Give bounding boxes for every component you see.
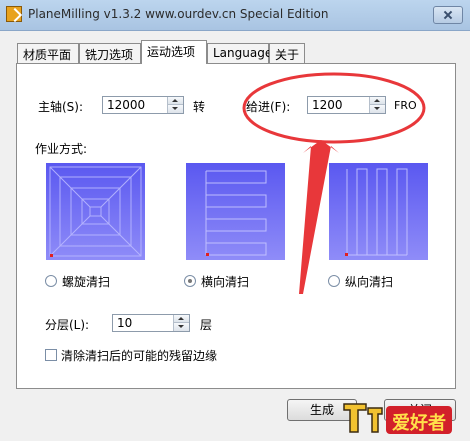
horizontal-radio[interactable] (184, 275, 196, 287)
tab-about[interactable]: 关于 (269, 43, 305, 63)
window-title: PlaneMilling v1.3.2 www.ourdev.cn Specia… (28, 7, 329, 21)
vertical-radio-label[interactable]: 纵向清扫 (345, 273, 393, 290)
clear-edges-checkbox[interactable] (45, 349, 57, 361)
spindle-input[interactable] (105, 97, 167, 113)
tab-material-plane[interactable]: 材质平面 (17, 43, 79, 63)
feed-input[interactable] (310, 97, 370, 113)
feed-up-arrow-icon[interactable] (370, 97, 385, 105)
layers-label: 分层(L): (45, 318, 90, 332)
title-bar: PlaneMilling v1.3.2 www.ourdev.cn Specia… (0, 0, 470, 31)
feed-unit: FRO (394, 99, 417, 112)
watermark-logo: 爱好者 (338, 398, 456, 438)
spindle-unit: 转 (193, 100, 206, 114)
vertical-preview (329, 163, 428, 260)
spindle-arrows (167, 97, 183, 113)
close-window-button[interactable] (433, 6, 463, 24)
watermark-text: 爱好者 (392, 413, 446, 434)
spiral-radio[interactable] (45, 275, 57, 287)
spindle-label: 主轴(S): (38, 100, 84, 114)
tab-language[interactable]: Language (207, 43, 272, 63)
feed-stepper[interactable] (307, 96, 386, 114)
feed-down-arrow-icon[interactable] (370, 105, 385, 113)
tab-motion-options[interactable]: 运动选项 (141, 40, 207, 64)
layers-input[interactable] (115, 315, 173, 331)
spindle-up-arrow-icon[interactable] (168, 97, 183, 105)
vertical-radio[interactable] (328, 275, 340, 287)
horizontal-preview (186, 163, 285, 260)
spindle-stepper[interactable] (102, 96, 184, 114)
layers-unit: 层 (200, 318, 213, 332)
clear-edges-label[interactable]: 清除清扫后的可能的残留边缘 (61, 347, 217, 364)
tab-cutter-options[interactable]: 铣刀选项 (79, 43, 141, 63)
layers-up-arrow-icon[interactable] (174, 315, 189, 323)
horizontal-path-icon (205, 170, 267, 256)
mode-label: 作业方式: (35, 142, 88, 156)
spiral-preview (46, 163, 145, 260)
app-icon (6, 6, 22, 22)
layers-arrows (173, 315, 189, 331)
layers-stepper[interactable] (112, 314, 190, 332)
layers-down-arrow-icon[interactable] (174, 323, 189, 331)
spindle-down-arrow-icon[interactable] (168, 105, 183, 113)
spiral-radio-label[interactable]: 螺旋清扫 (62, 273, 110, 290)
spiral-path-icon (49, 166, 142, 257)
feed-label: 给进(F): (246, 100, 291, 114)
horizontal-radio-label[interactable]: 横向清扫 (201, 273, 249, 290)
app-window: PlaneMilling v1.3.2 www.ourdev.cn Specia… (0, 0, 470, 441)
feed-arrows (369, 97, 385, 113)
vertical-path-icon (345, 168, 408, 256)
